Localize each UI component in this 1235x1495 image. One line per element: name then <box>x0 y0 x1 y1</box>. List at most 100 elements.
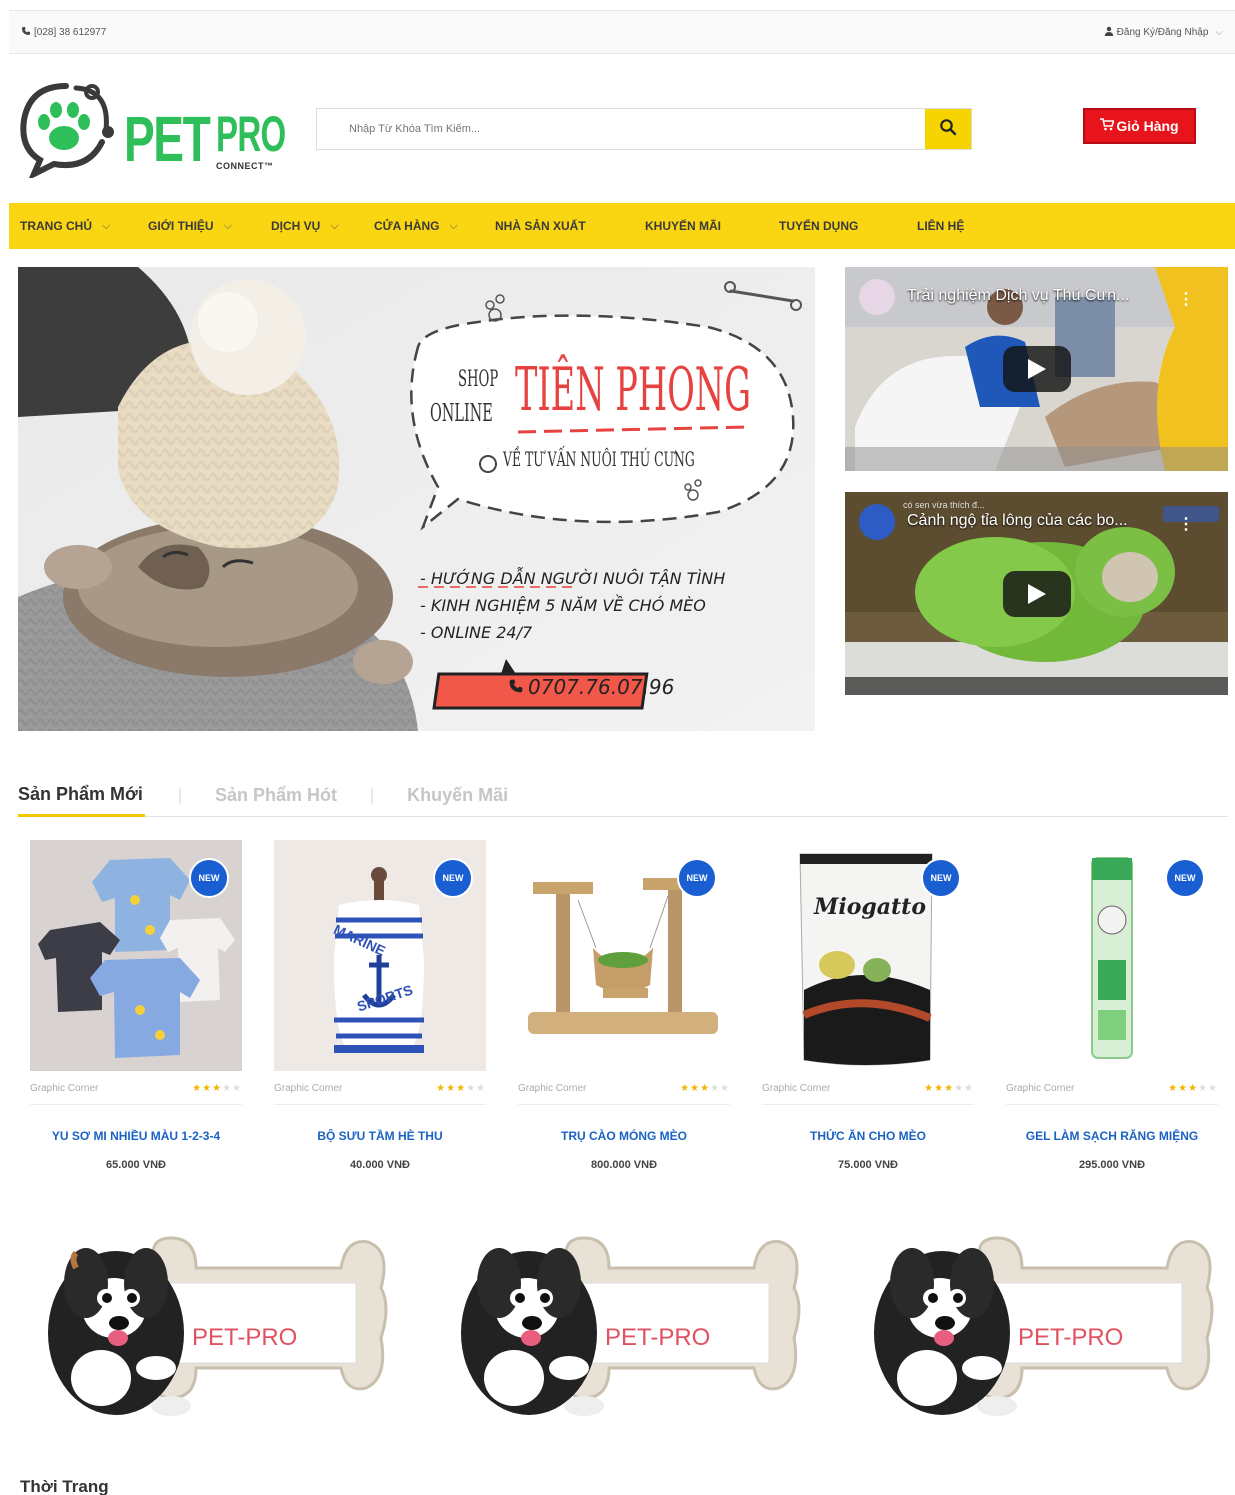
video-title: Cảnh ngộ tỉa lông của các bo... <box>907 512 1128 529</box>
play-icon[interactable] <box>1002 346 1071 392</box>
nav-item-shop[interactable]: CỬA HÀNG ⌵ <box>374 219 495 233</box>
product-brand: Graphic Corner <box>1006 1083 1075 1094</box>
main-navigation: TRANG CHỦ ⌵ GIỚI THIỆU ⌵ DỊCH VỤ ⌵ CỬA HÀNG… <box>9 203 1235 249</box>
tab-separator: | <box>177 786 182 804</box>
video-title: Trải nghiệm Dịch vụ Thú Cưn... <box>907 287 1130 304</box>
nav-item-services[interactable]: DỊCH VỤ ⌵ <box>271 219 374 233</box>
logo-text-pet: PET <box>124 103 211 175</box>
chevron-down-icon: ⌵ <box>1215 26 1223 38</box>
play-icon[interactable] <box>1002 570 1071 617</box>
section-title-fashion: Thời Trang <box>20 1477 109 1495</box>
search-input[interactable] <box>317 109 925 149</box>
product-brand: Graphic Corner <box>274 1083 343 1094</box>
nav-label: CỬA HÀNG <box>374 219 440 233</box>
phone-contact[interactable]: [028] 38 612977 <box>21 26 106 39</box>
video-embed-1[interactable]: Trải nghiệm Dịch vụ Thú Cưn... ⋮ <box>845 267 1228 471</box>
puppy-bone-illustration <box>461 1236 801 1416</box>
nav-item-about[interactable]: GIỚI THIỆU ⌵ <box>148 219 271 233</box>
product-art-text: Miogatto <box>814 894 927 920</box>
video-overlay-text: có sen vừa thích đ... <box>903 500 985 510</box>
product-meta: Graphic Corner ★★★★★ <box>30 1083 242 1105</box>
new-badge: NEW <box>1165 858 1205 898</box>
puppy-bone-illustration <box>48 1236 388 1416</box>
cart-label: Giỏ Hàng <box>1116 118 1179 134</box>
phone-number: [028] 38 612977 <box>34 26 107 38</box>
more-vertical-icon[interactable]: ⋮ <box>1178 514 1194 534</box>
product-card[interactable]: NEW Graphic Corner ★★★★★ GEL LÀM SẠCH RĂN… <box>994 838 1218 1183</box>
new-badge: NEW <box>677 858 717 898</box>
promo-banner[interactable]: PET-PRO <box>872 1228 1217 1418</box>
chevron-down-icon: ⌵ <box>102 219 111 232</box>
product-price: 295.000 VNĐ <box>1078 1159 1146 1171</box>
nav-label: NHÀ SẢN XUẤT <box>495 219 586 233</box>
promo-banner[interactable]: PET-PRO <box>46 1228 391 1418</box>
tab-hot-products[interactable]: Sản Phẩm Hót <box>215 775 337 817</box>
chevron-down-icon: ⌵ <box>330 219 339 232</box>
nav-label: GIỚI THIỆU <box>148 219 214 233</box>
product-meta: Graphic Corner ★★★★★ <box>762 1083 974 1105</box>
banner-online: ONLINE <box>430 399 493 427</box>
promo-label: PET-PRO <box>605 1324 711 1351</box>
nav-item-careers[interactable]: TUYỂN DỤNG <box>779 219 917 233</box>
rating-stars-icon: ★★★★★ <box>436 1083 486 1094</box>
logo-text-pro: PRO <box>216 106 286 162</box>
product-tabs: Sản Phẩm Mới | Sản Phẩm Hót | Khuyến Mãi <box>18 775 1228 817</box>
tab-new-products[interactable]: Sản Phẩm Mới <box>18 775 145 817</box>
rating-stars-icon: ★★★★★ <box>924 1083 974 1094</box>
product-name[interactable]: TRỤ CÀO MÓNG MÈO <box>506 1129 742 1143</box>
product-price: 800.000 VNĐ <box>590 1159 658 1171</box>
product-meta: Graphic Corner ★★★★★ <box>274 1083 486 1105</box>
nav-label: TUYỂN DỤNG <box>779 219 859 233</box>
product-price: 40.000 VNĐ <box>350 1159 410 1171</box>
product-meta: Graphic Corner ★★★★★ <box>518 1083 730 1105</box>
cart-icon <box>1100 118 1115 134</box>
tab-separator: | <box>370 786 375 804</box>
nav-item-promotions[interactable]: KHUYẾN MÃI <box>645 219 779 233</box>
video-embed-2[interactable]: có sen vừa thích đ... Cảnh ngộ tỉa lông … <box>845 492 1228 695</box>
banner-hotline[interactable]: 0707.76.07.96 <box>508 675 674 699</box>
banner-cat-illustration <box>18 267 815 731</box>
cart-button[interactable]: Giỏ Hàng <box>1083 108 1196 144</box>
nav-item-home[interactable]: TRANG CHỦ ⌵ <box>20 219 148 233</box>
rating-stars-icon: ★★★★★ <box>192 1083 242 1094</box>
paw-stethoscope-logo-icon <box>20 83 114 178</box>
product-card[interactable]: MARINE SPORTS NEW Graphic Corner ★★★★★ BỘ… <box>262 838 486 1183</box>
account-menu[interactable]: Đăng Ký/Đăng Nhập ⌵ <box>1104 26 1223 39</box>
hero-banner[interactable]: SHOP ONLINE TIÊN PHONG VỀ TƯ VẤN NUÔI TH… <box>18 267 815 731</box>
nav-label: LIÊN HỆ <box>917 219 965 233</box>
search-icon <box>939 118 957 141</box>
product-name[interactable]: THỨC ĂN CHO MÈO <box>750 1129 986 1143</box>
site-logo[interactable]: PET PRO CONNECT™ <box>18 78 293 178</box>
banner-bullet: - ONLINE 24/7 <box>420 623 533 642</box>
product-card[interactable]: NEW Graphic Corner ★★★★★ TRỤ CÀO MÓNG MÈO… <box>506 838 730 1183</box>
nav-label: DỊCH VỤ <box>271 219 321 233</box>
product-name[interactable]: BỘ SƯU TẦM HÈ THU <box>262 1129 498 1143</box>
tab-promotions[interactable]: Khuyến Mãi <box>407 775 508 817</box>
user-icon <box>1104 26 1114 39</box>
account-link: Đăng Ký/Đăng Nhập <box>1116 26 1209 38</box>
promo-banner[interactable]: PET-PRO <box>459 1228 804 1418</box>
promo-label: PET-PRO <box>1018 1324 1124 1351</box>
product-name[interactable]: GEL LÀM SẠCH RĂNG MIỆNG <box>994 1129 1230 1143</box>
product-meta: Graphic Corner ★★★★★ <box>1006 1083 1218 1105</box>
nav-item-contact[interactable]: LIÊN HỆ <box>917 219 964 233</box>
product-price: 75.000 VNĐ <box>838 1159 898 1171</box>
product-card[interactable]: Miogatto NEW Graphic Corner ★★★★★ THỨC ĂN… <box>750 838 974 1183</box>
more-vertical-icon[interactable]: ⋮ <box>1178 289 1194 309</box>
nav-label: KHUYẾN MÃI <box>645 219 722 233</box>
new-badge: NEW <box>189 858 229 898</box>
banner-bullet: - KINH NGHIỆM 5 NĂM VỀ CHÓ MÈO <box>420 596 706 615</box>
phone-icon <box>508 675 524 699</box>
product-card[interactable]: NEW Graphic Corner ★★★★★ YU SƠ MI NHIỀU M… <box>18 838 242 1183</box>
logo-text-connect: CONNECT™ <box>216 161 274 171</box>
product-name[interactable]: YU SƠ MI NHIỀU MÀU 1-2-3-4 <box>18 1129 254 1143</box>
banner-bullet: - HƯỚNG DẪN NGƯỜI NUÔI TẬN TÌNH <box>420 569 726 588</box>
search-button[interactable] <box>925 109 971 149</box>
product-price: 65.000 VNĐ <box>106 1159 166 1171</box>
banner-subtitle: VỀ TƯ VẤN NUÔI THÚ CƯNG <box>503 447 695 471</box>
banner-bullet-list: - HƯỚNG DẪN NGƯỜI NUÔI TẬN TÌNH - KINH N… <box>420 565 725 646</box>
nav-item-manufacturers[interactable]: NHÀ SẢN XUẤT <box>495 219 645 233</box>
promo-label: PET-PRO <box>192 1324 298 1351</box>
banner-shop: SHOP <box>458 367 499 392</box>
chevron-down-icon: ⌵ <box>449 219 458 232</box>
